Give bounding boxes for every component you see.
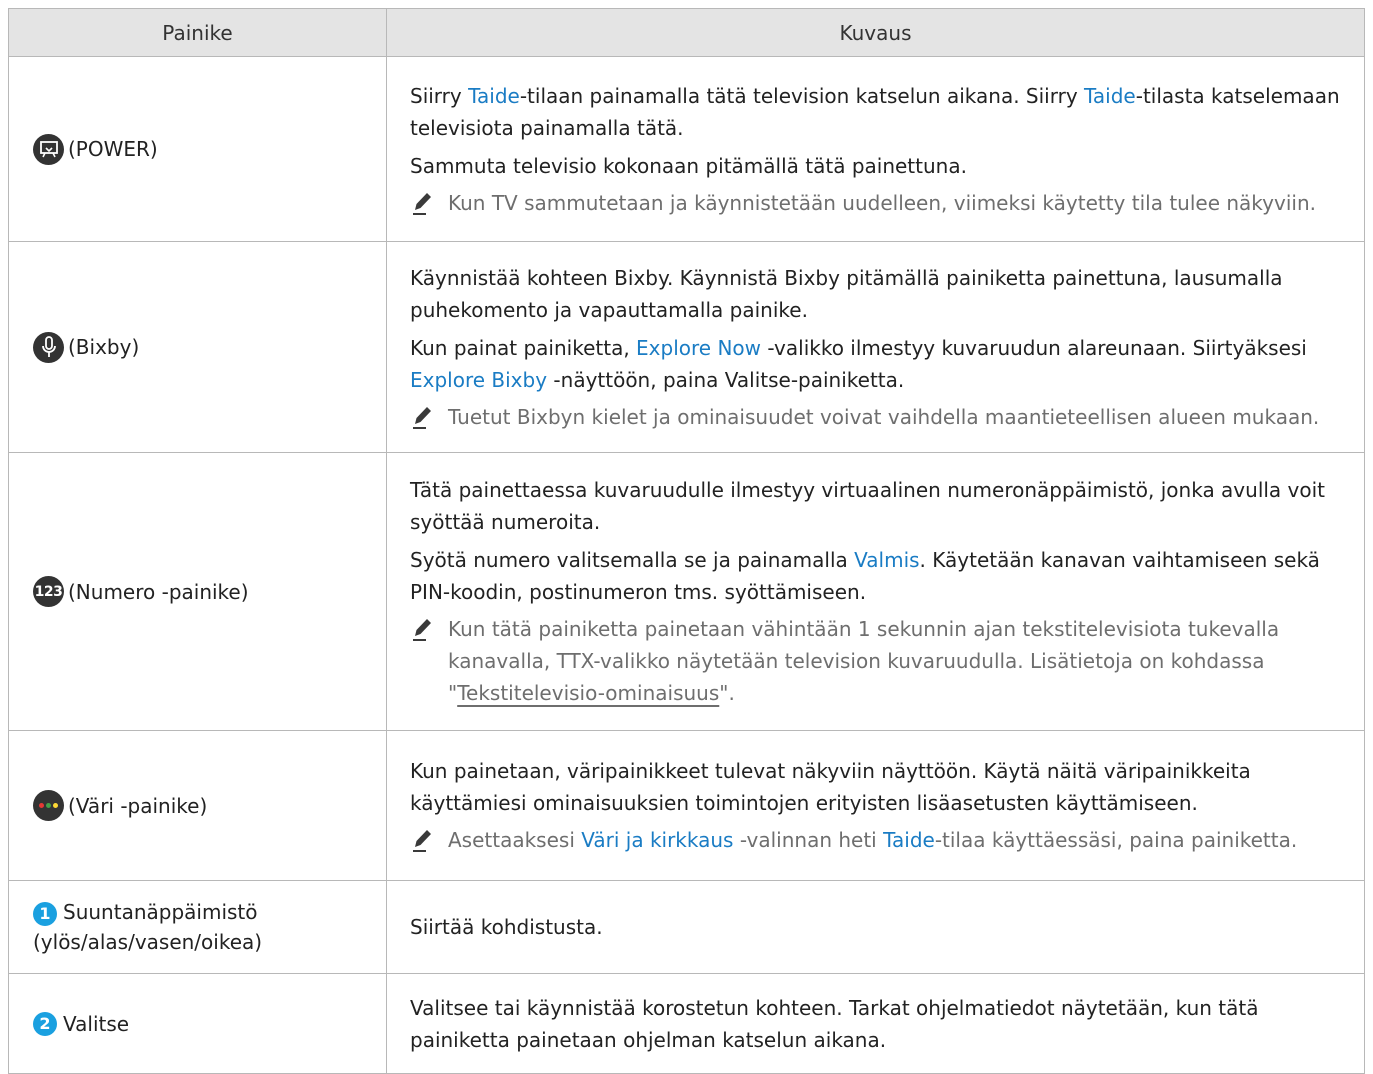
button-cell: (POWER)	[8, 56, 387, 242]
button-cell: (Väri -painike)	[8, 730, 387, 881]
green-dot	[46, 803, 51, 808]
button-label: (Bixby)	[68, 335, 140, 359]
pencil-note-icon	[413, 192, 431, 215]
description-cell: Siirtää kohdistusta.	[386, 880, 1365, 974]
note: Kun TV sammutetaan ja käynnistetään uude…	[410, 187, 1346, 219]
table-header-row: Painike Kuvaus	[8, 8, 1365, 57]
description-text: Siirtää kohdistusta.	[410, 915, 603, 939]
note: Kun tätä painiketta painetaan vähintään …	[410, 613, 1346, 709]
description-text: Syötä numero valitsemalla se ja painamal…	[410, 548, 1320, 604]
description-cell: Käynnistää kohteen Bixby. Käynnistä Bixb…	[386, 241, 1365, 453]
button-cell: 2 Valitse	[8, 973, 387, 1074]
note: Asettaaksesi Väri ja kirkkaus -valinnan …	[410, 824, 1346, 856]
number-1-icon: 1	[33, 902, 57, 926]
table-row: 2 Valitse Valitsee tai käynnistää korost…	[8, 973, 1365, 1074]
header-button: Painike	[8, 8, 387, 57]
button-label: Valitse	[63, 1011, 130, 1036]
header-description: Kuvaus	[386, 8, 1365, 57]
button-cell: 1 Suuntanäppäimistö (ylös/alas/vasen/oike…	[8, 880, 387, 974]
teletext-link[interactable]: Tekstitelevisio-ominaisuus	[457, 681, 719, 705]
button-cell: (Bixby)	[8, 241, 387, 453]
table-row: (POWER) Siirry Taide-tilaan painamalla t…	[8, 56, 1365, 242]
yellow-dot	[53, 803, 58, 808]
color-dots-icon	[33, 790, 64, 821]
button-label: (Numero -painike)	[68, 579, 249, 604]
note: Tuetut Bixbyn kielet ja ominaisuudet voi…	[410, 401, 1346, 433]
description-text: Sammuta televisio kokonaan pitämällä tät…	[410, 153, 967, 178]
pencil-note-icon	[413, 830, 431, 852]
red-dot	[39, 803, 44, 808]
description-text: Tätä painettaessa kuvaruudulle ilmestyy …	[410, 478, 1326, 534]
table-row: (Bixby) Käynnistää kohteen Bixby. Käynni…	[8, 241, 1365, 453]
remote-buttons-table: Painike Kuvaus (POWER) Siirry Taide-tila…	[8, 8, 1365, 1074]
button-cell: 123 (Numero -painike)	[8, 452, 387, 731]
description-text: Kun painat painiketta, Explore Now -vali…	[410, 335, 1307, 392]
table-row: 123 (Numero -painike) Tätä painettaessa …	[8, 452, 1365, 731]
description-cell: Tätä painettaessa kuvaruudulle ilmestyy …	[386, 452, 1365, 731]
table-row: 1 Suuntanäppäimistö (ylös/alas/vasen/oike…	[8, 880, 1365, 974]
button-label: (POWER)	[68, 137, 158, 161]
pencil-note-icon	[413, 406, 431, 429]
table-row: (Väri -painike) Kun painetaan, väripaini…	[8, 730, 1365, 881]
button-label-sub: (ylös/alas/vasen/oikea)	[33, 930, 263, 954]
description-text: Valitsee tai käynnistää korostetun kohte…	[410, 995, 1259, 1052]
description-cell: Kun painetaan, väripainikkeet tulevat nä…	[386, 730, 1365, 881]
description-cell: Valitsee tai käynnistää korostetun kohte…	[386, 973, 1365, 1074]
pencil-note-icon	[413, 619, 431, 641]
description-cell: Siirry Taide-tilaan painamalla tätä tele…	[386, 56, 1365, 242]
description-text: Kun painetaan, väripainikkeet tulevat nä…	[410, 759, 1251, 815]
number-2-icon: 2	[33, 1011, 57, 1036]
art-mode-power-icon	[33, 133, 64, 165]
description-text: Siirry Taide-tilaan painamalla tätä tele…	[410, 83, 1340, 140]
description-text: Käynnistää kohteen Bixby. Käynnistä Bixb…	[410, 265, 1283, 322]
button-label: (Väri -painike)	[68, 793, 208, 818]
microphone-icon	[33, 331, 64, 363]
button-label: Suuntanäppäimistö	[63, 900, 258, 924]
number-123-icon: 123	[33, 576, 64, 607]
